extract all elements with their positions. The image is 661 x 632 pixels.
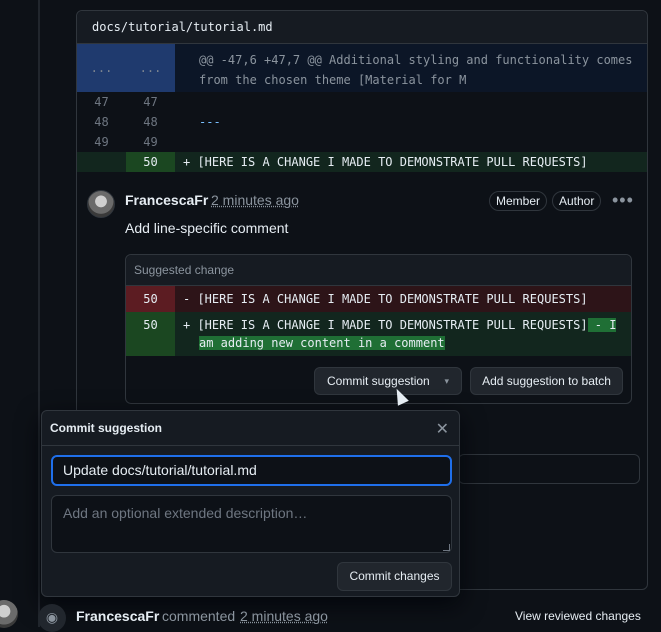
timeline-time[interactable]: 2 minutes ago [240, 608, 328, 624]
expand-left[interactable]: ... [77, 44, 126, 92]
comment-body: Add line-specific comment [125, 220, 289, 236]
x-icon[interactable]: ✕ [436, 419, 449, 439]
suggestion-added-line: 50 + [HERE IS A CHANGE I MADE TO DEMONST… [126, 312, 631, 356]
avatar[interactable] [0, 600, 18, 628]
author-badge: Author [552, 191, 602, 211]
timeline-action: commented [162, 608, 236, 624]
suggestion-deleted-line: 50 - [HERE IS A CHANGE I MADE TO DEMONST… [126, 286, 631, 312]
commit-title-input[interactable]: Update docs/tutorial/tutorial.md [51, 455, 452, 486]
popover-title: Commit suggestion [42, 411, 459, 446]
comment-author[interactable]: FrancescaFr [125, 192, 208, 208]
timeline-event: ◉ FrancescaFr commented 2 minutes ago Vi… [0, 600, 661, 632]
timeline-line [38, 0, 40, 627]
file-path[interactable]: docs/tutorial/tutorial.md [77, 11, 647, 44]
expand-right[interactable]: ... [126, 44, 175, 92]
commit-suggestion-button[interactable]: Commit suggestion ▾ [314, 367, 462, 395]
member-badge: Member [489, 191, 548, 211]
kebab-horizontal-icon[interactable]: ••• [612, 190, 634, 211]
hunk-header[interactable]: ... ... @@ -47,6 +47,7 @@ Additional sty… [77, 44, 647, 92]
hunk-text: @@ -47,6 +47,7 @@ Additional styling and… [199, 53, 633, 87]
resize-handle[interactable] [443, 544, 450, 551]
view-reviewed-changes-link[interactable]: View reviewed changes [515, 609, 641, 623]
comment-time[interactable]: 2 minutes ago [211, 192, 299, 208]
suggested-change-box: Suggested change 50 - [HERE IS A CHANGE … [125, 254, 632, 404]
suggested-change-header: Suggested change [126, 255, 631, 286]
commit-suggestion-popover: Commit suggestion ✕ Update docs/tutorial… [41, 410, 460, 597]
diff-row: 47 47 [94, 95, 158, 109]
reply-input[interactable] [458, 454, 640, 484]
add-to-batch-button[interactable]: Add suggestion to batch [470, 367, 623, 395]
timeline-author[interactable]: FrancescaFr [76, 608, 159, 624]
commit-changes-button[interactable]: Commit changes [337, 562, 452, 591]
avatar[interactable] [87, 190, 115, 218]
diff-row: 48 48 --- [94, 115, 221, 129]
eye-icon: ◉ [38, 604, 66, 632]
triangle-down-icon: ▾ [444, 376, 449, 386]
commit-description-input[interactable]: Add an optional extended description… [51, 495, 452, 553]
diff-row: 49 49 [94, 135, 158, 149]
diff-row-added: 50 + [HERE IS A CHANGE I MADE TO DEMONST… [77, 152, 647, 172]
